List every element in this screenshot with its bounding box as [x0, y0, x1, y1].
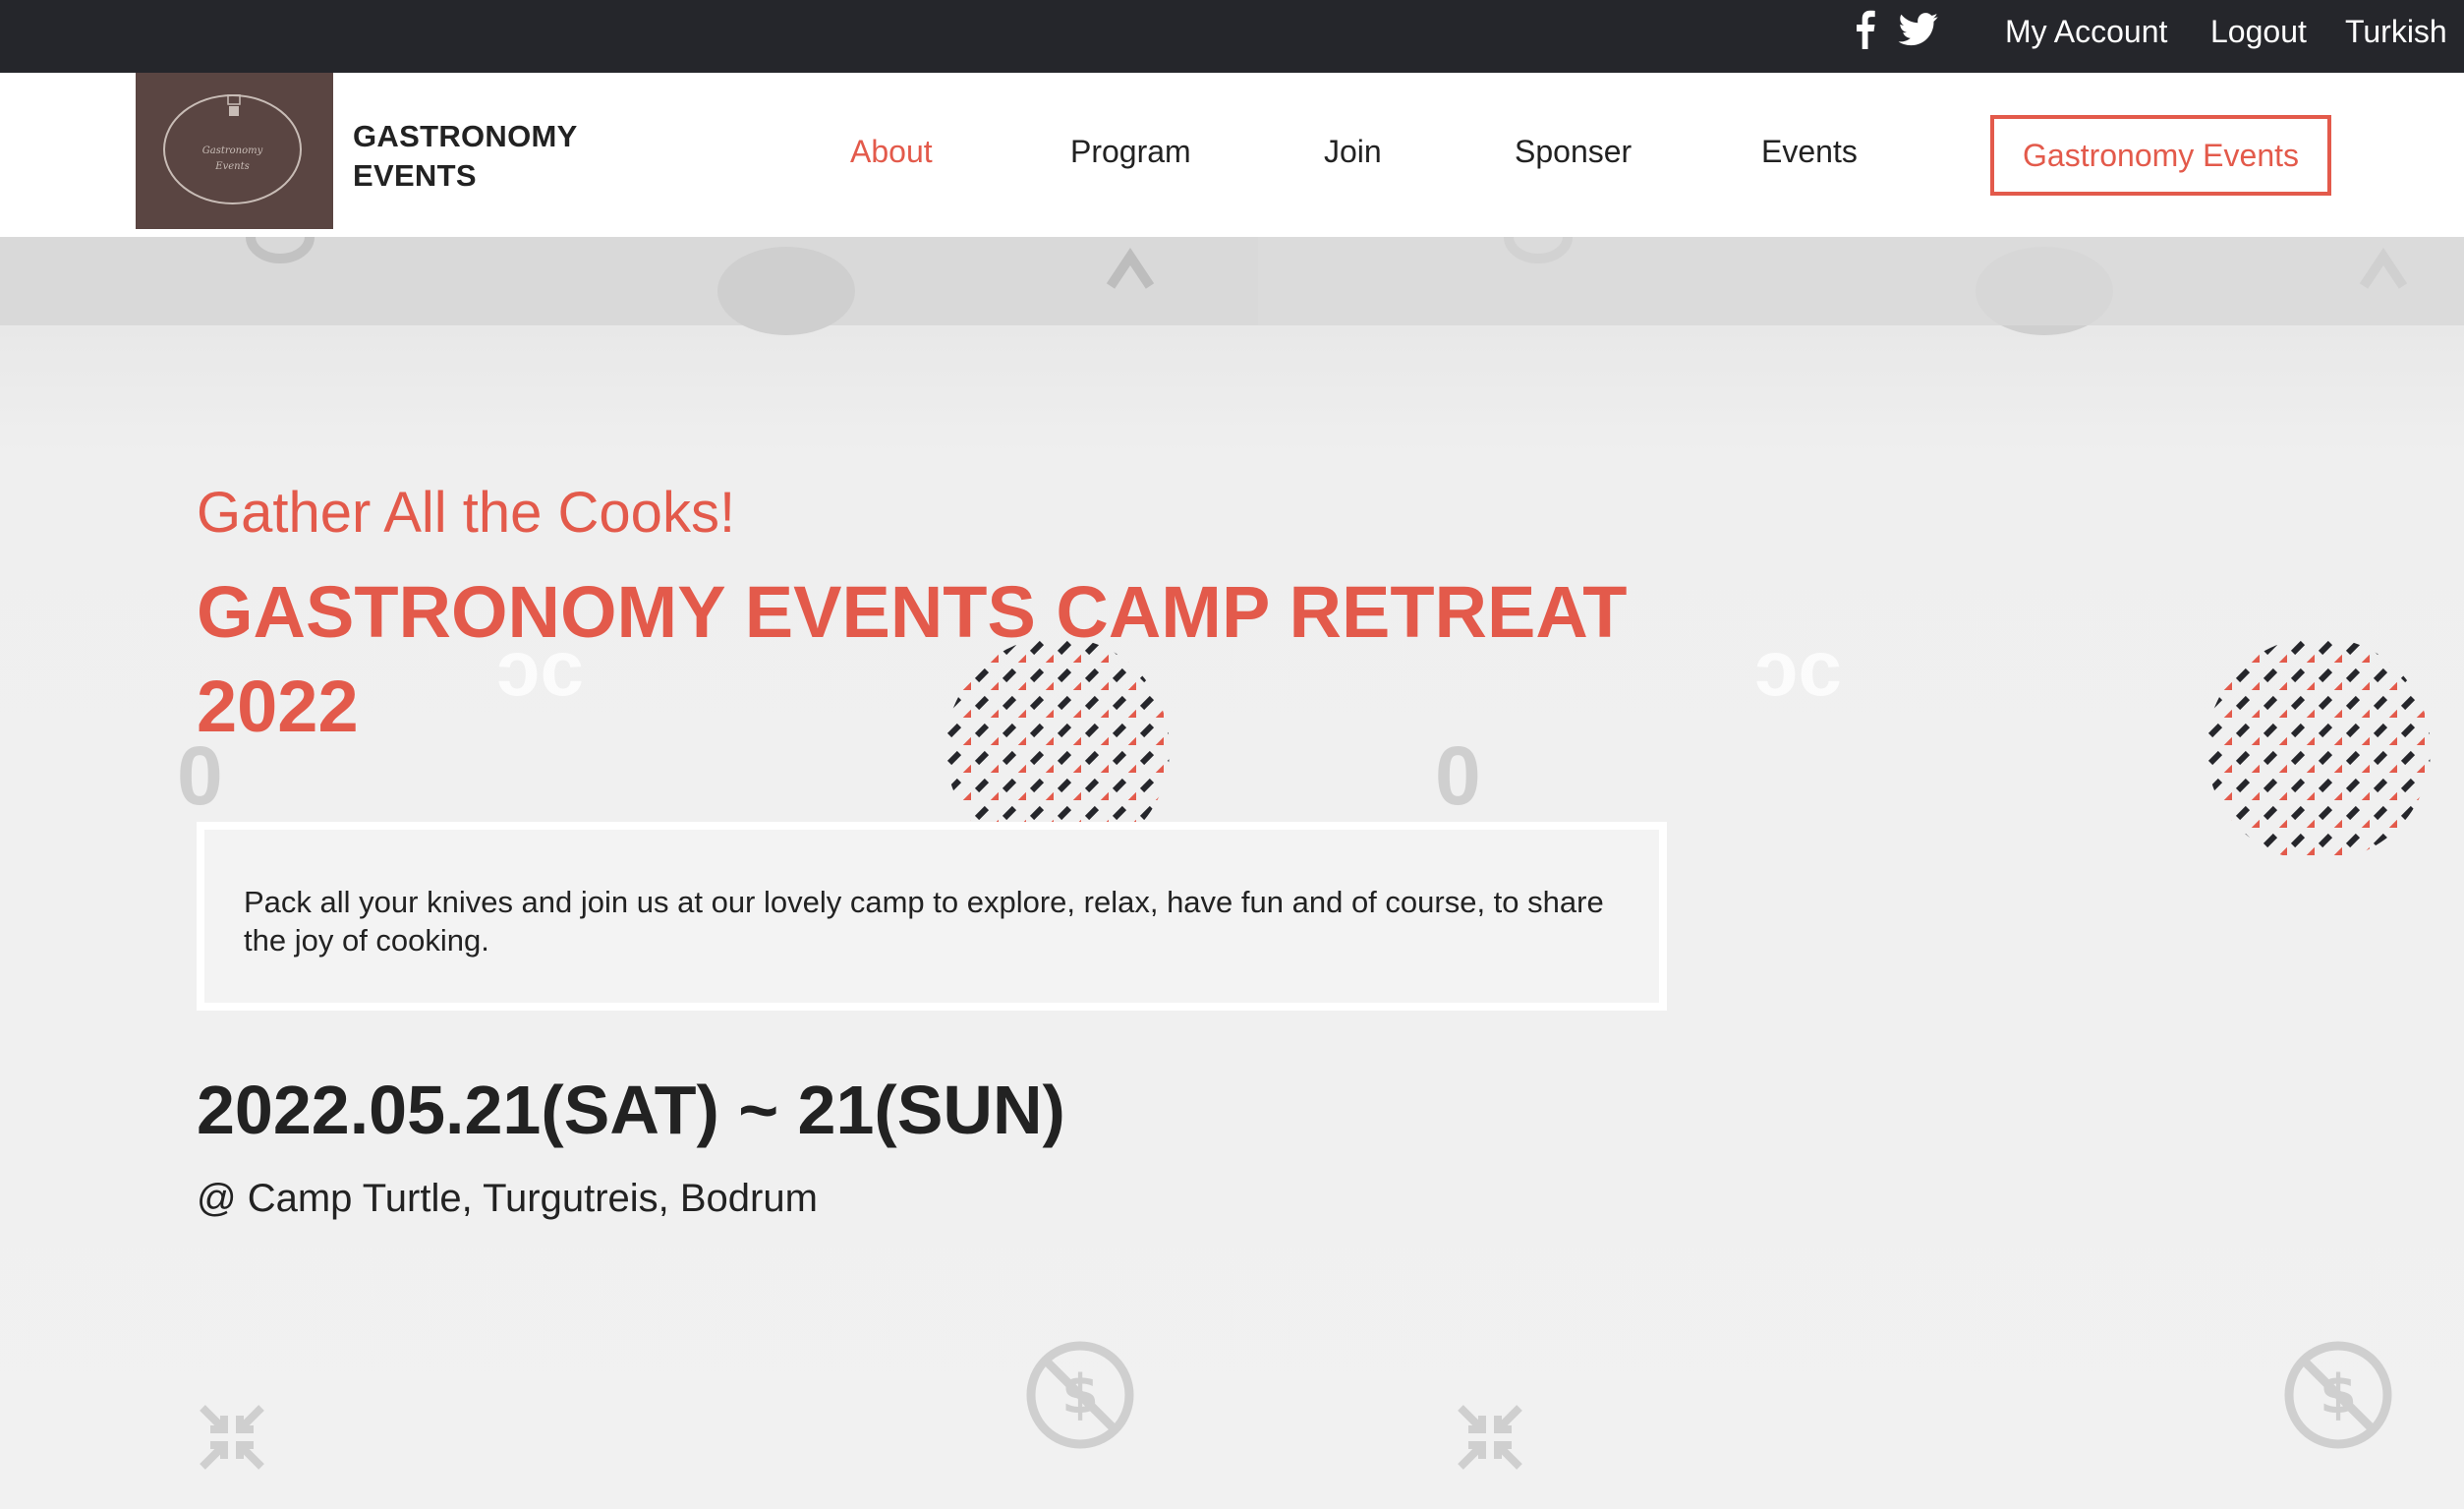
facebook-icon[interactable]: [1853, 10, 1876, 49]
site-header: Gastronomy Events GASTRONOMY EVENTS Abou…: [0, 73, 2464, 237]
logo-emblem: Gastronomy Events: [163, 94, 302, 204]
logout-link[interactable]: Logout: [2210, 0, 2307, 63]
twitter-icon[interactable]: [1898, 13, 1939, 46]
event-date: 2022.05.21(SAT) ~ 21(SUN): [197, 1072, 1065, 1148]
my-account-link[interactable]: My Account: [2005, 0, 2167, 63]
hero-headline-line1: GASTRONOMY EVENTS CAMP RETREAT: [197, 571, 1628, 653]
top-utility-bar: My Account Logout Turkish: [0, 0, 2464, 73]
svg-text:$: $: [1061, 1364, 1099, 1425]
hero-subtitle: Gather All the Cooks!: [197, 481, 736, 545]
svg-text:$: $: [2320, 1364, 2357, 1425]
nav-item-sponser[interactable]: Sponser: [1515, 132, 1632, 171]
gastronomy-events-button[interactable]: Gastronomy Events: [1990, 115, 2331, 196]
event-venue: @ Camp Turtle, Turgutreis, Bodrum: [197, 1177, 818, 1220]
site-logo[interactable]: Gastronomy Events: [136, 73, 333, 229]
social-links: [1853, 10, 1939, 49]
decor-glyph-cc: ↄc: [1754, 624, 1842, 712]
brand-line-1: GASTRONOMY: [353, 119, 578, 153]
hero-headline: GASTRONOMY EVENTS CAMP RETREAT 2022: [197, 565, 1632, 754]
logo-text-line2: Events: [215, 161, 250, 172]
decor-pattern-circle: [2206, 637, 2431, 861]
nav-item-events[interactable]: Events: [1761, 132, 1858, 171]
nav-item-join[interactable]: Join: [1324, 132, 1382, 171]
hero-headline-line2: 2022: [197, 666, 359, 747]
compress-icon: [1458, 1405, 1522, 1470]
hero-section: ↄc ↄc 0 0 $ $ Gather All the Cooks! GAST…: [0, 237, 2464, 1509]
brand-line-2: EVENTS: [353, 158, 477, 193]
event-description: Pack all your knives and join us at our …: [244, 885, 1604, 958]
event-description-box: Pack all your knives and join us at our …: [197, 822, 1667, 1011]
language-link[interactable]: Turkish: [2345, 0, 2447, 63]
no-dollar-icon: $: [1026, 1341, 1134, 1449]
no-dollar-icon: $: [2284, 1341, 2392, 1449]
compress-icon: [200, 1405, 264, 1470]
brand-name[interactable]: GASTRONOMY EVENTS: [353, 117, 578, 196]
hero-background-photo: [0, 237, 2464, 335]
logo-text-line1: Gastronomy: [201, 145, 263, 156]
nav-item-about[interactable]: About: [850, 132, 933, 171]
nav-item-program[interactable]: Program: [1070, 132, 1191, 171]
apron-icon: [227, 94, 241, 116]
